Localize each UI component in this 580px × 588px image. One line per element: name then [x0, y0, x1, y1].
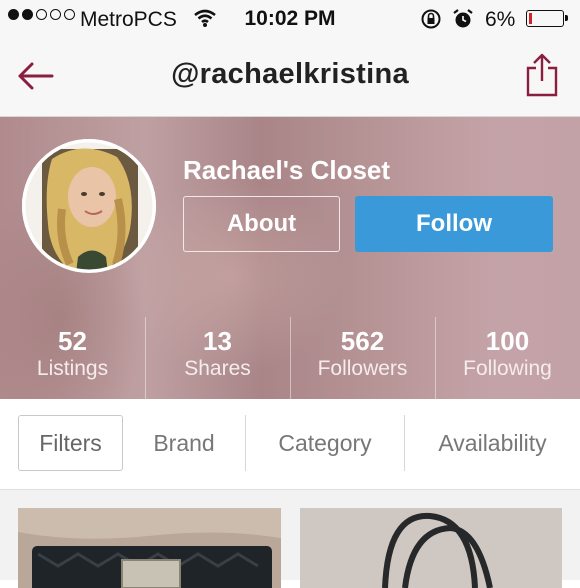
battery-tip — [565, 15, 568, 21]
filter-tab-availability[interactable]: Availability — [405, 415, 580, 471]
battery-level-fill — [529, 13, 532, 24]
stat-value: 100 — [485, 326, 530, 356]
follow-button[interactable]: Follow — [355, 196, 553, 252]
avatar[interactable] — [22, 139, 156, 273]
filter-bar: Filters Brand Category Availability — [0, 399, 580, 490]
page-title: @rachaelkristina — [171, 58, 409, 90]
stat-listings[interactable]: 52 Listings — [0, 317, 145, 399]
closet-name: Rachael's Closet — [183, 155, 391, 185]
stat-followers[interactable]: 562 Followers — [290, 317, 435, 399]
rotation-lock-icon — [420, 8, 442, 36]
stat-following[interactable]: 100 Following — [435, 317, 580, 399]
stat-label: Following — [463, 357, 552, 380]
battery-percentage: 6% — [485, 8, 516, 31]
share-icon[interactable] — [522, 52, 562, 98]
listing-grid — [0, 490, 580, 588]
listing-handbag-photo[interactable] — [300, 508, 562, 588]
profile-header: Rachael's Closet About Follow 52 Listing… — [0, 117, 580, 399]
alarm-icon — [452, 8, 474, 36]
stat-value: 562 — [340, 326, 385, 356]
filter-tab-brand[interactable]: Brand — [123, 415, 245, 471]
about-button[interactable]: About — [183, 196, 340, 252]
stat-label: Shares — [184, 357, 251, 380]
profile-stats: 52 Listings 13 Shares 562 Followers 100 … — [0, 317, 580, 399]
filter-tab-category[interactable]: Category — [246, 415, 404, 471]
stat-label: Listings — [36, 357, 109, 380]
filters-button[interactable]: Filters — [18, 415, 123, 471]
listing-wallet-photo[interactable] — [18, 508, 281, 588]
stat-label: Followers — [317, 357, 408, 380]
navigation-bar: @rachaelkristina — [0, 38, 580, 117]
stat-value: 52 — [58, 326, 87, 356]
battery-icon — [526, 10, 568, 27]
stat-shares[interactable]: 13 Shares — [145, 317, 290, 399]
status-bar: MetroPCS 10:02 PM 6% — [0, 0, 580, 38]
stat-value: 13 — [203, 326, 232, 356]
